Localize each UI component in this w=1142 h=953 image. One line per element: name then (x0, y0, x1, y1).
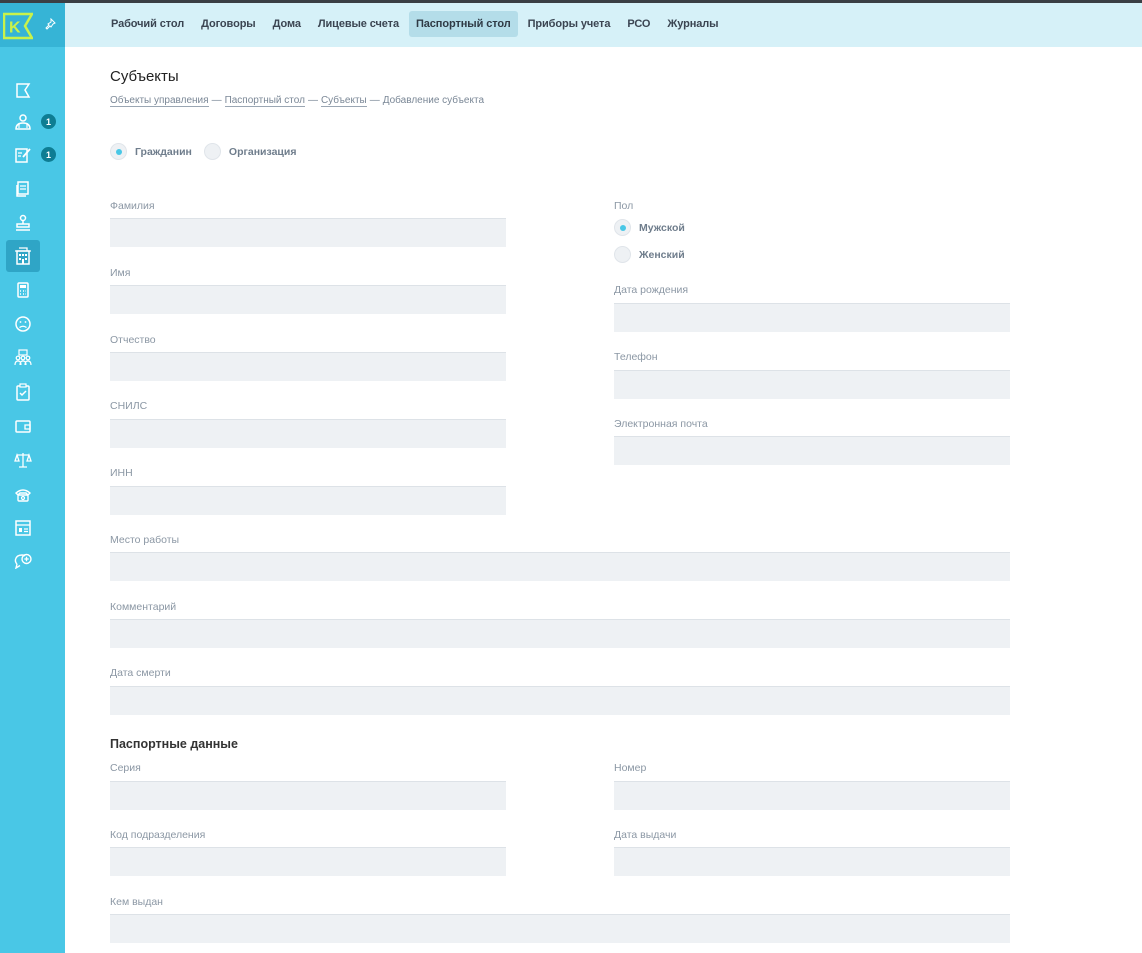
nav-item-journals[interactable]: Журналы (660, 11, 725, 37)
edit-icon[interactable] (11, 143, 35, 167)
nav-item-passport-office[interactable]: Паспортный стол (408, 11, 518, 37)
sidebar: K 1 1 (0, 3, 65, 953)
sad-face-icon[interactable] (11, 312, 35, 336)
name-label: Имя (110, 267, 131, 279)
issue-date-input[interactable] (614, 847, 1010, 876)
requests-badge: 1 (39, 145, 58, 164)
nav-item-desktop[interactable]: Рабочий стол (104, 11, 191, 37)
clipboard-icon[interactable] (11, 380, 35, 404)
radio-organization[interactable] (203, 143, 221, 160)
gender-female-row: Женский (614, 246, 697, 263)
scales-icon[interactable] (11, 448, 35, 472)
logo[interactable]: K (3, 12, 33, 40)
patronymic-label: Отчество (110, 334, 156, 346)
wallet-icon[interactable] (11, 414, 35, 438)
gender-label: Пол (614, 200, 634, 212)
workplace-label: Место работы (110, 534, 180, 546)
issue-date-label: Дата выдачи (614, 829, 677, 841)
passport-section-title: Паспортные данные (110, 737, 238, 751)
radio-male[interactable] (614, 219, 631, 236)
stamp-icon[interactable] (11, 211, 35, 235)
chat-add-icon[interactable] (11, 548, 35, 572)
inn-input[interactable] (110, 486, 506, 515)
page-title: Субъекты (110, 68, 179, 85)
passport-series-input[interactable] (110, 781, 506, 810)
group-icon[interactable] (11, 346, 35, 370)
patronymic-input[interactable] (110, 352, 506, 381)
pin-icon[interactable] (44, 18, 56, 30)
phone-label: Телефон (614, 351, 658, 363)
birth-date-input[interactable] (614, 303, 1010, 332)
phone-input[interactable] (614, 370, 1010, 399)
documents-icon[interactable] (11, 177, 35, 201)
issued-by-label: Кем выдан (110, 896, 163, 908)
death-date-label: Дата смерти (110, 667, 171, 679)
nav-menu: Рабочий стол Договоры Дома Лицевые счета… (104, 11, 728, 37)
comment-input[interactable] (110, 619, 1010, 648)
death-date-input[interactable] (110, 686, 1010, 715)
email-label: Электронная почта (614, 418, 708, 430)
email-input[interactable] (614, 436, 1010, 465)
top-navigation: Рабочий стол Договоры Дома Лицевые счета… (65, 3, 1142, 47)
breadcrumb-link-subjects[interactable]: Субъекты (320, 95, 367, 107)
passport-series-label: Серия (110, 762, 141, 774)
radio-citizen[interactable] (110, 143, 127, 160)
breadcrumb-link-objects[interactable]: Объекты управления (110, 95, 209, 107)
radio-female-label[interactable]: Женский (639, 249, 685, 261)
radio-male-label[interactable]: Мужской (639, 222, 685, 234)
radio-citizen-label[interactable]: Гражданин (135, 146, 192, 158)
breadcrumb: Объекты управления — Паспортный стол — Субъе… (110, 95, 485, 107)
flag-icon[interactable] (11, 79, 35, 103)
name-input[interactable] (110, 285, 506, 314)
surname-input[interactable] (110, 218, 506, 247)
radio-female[interactable] (614, 246, 631, 263)
phone-icon[interactable] (11, 482, 35, 506)
surname-label: Фамилия (110, 200, 155, 212)
passport-number-label: Номер (614, 762, 647, 774)
snils-label: СНИЛС (110, 400, 148, 412)
birth-date-label: Дата рождения (614, 284, 689, 296)
division-code-input[interactable] (110, 847, 506, 876)
comment-label: Комментарий (110, 601, 177, 613)
workplace-input[interactable] (110, 552, 1010, 581)
radio-organization-label[interactable]: Организация (229, 146, 297, 158)
nav-item-accounts[interactable]: Лицевые счета (311, 11, 406, 37)
nav-item-contracts[interactable]: Договоры (194, 11, 263, 37)
gender-male-row: Мужской (614, 219, 697, 236)
breadcrumb-link-passport-office[interactable]: Паспортный стол (224, 95, 305, 107)
people-icon[interactable] (11, 110, 35, 134)
subject-type-radio-group: Гражданин Организация (110, 143, 308, 160)
people-badge: 1 (39, 112, 58, 131)
calculator-icon[interactable] (11, 278, 35, 302)
passport-number-input[interactable] (614, 781, 1010, 810)
building-icon[interactable] (6, 240, 40, 272)
inn-label: ИНН (110, 467, 133, 479)
issued-by-input[interactable] (110, 914, 1010, 943)
nav-item-meters[interactable]: Приборы учета (521, 11, 618, 37)
dashboard-icon[interactable] (11, 516, 35, 540)
division-code-label: Код подразделения (110, 829, 206, 841)
logo-area: K (0, 3, 65, 47)
nav-item-houses[interactable]: Дома (266, 11, 308, 37)
logo-letter: K (9, 20, 21, 37)
nav-item-rso[interactable]: РСО (620, 11, 657, 37)
breadcrumb-current: Добавление субъекта (382, 95, 485, 106)
snils-input[interactable] (110, 419, 506, 448)
